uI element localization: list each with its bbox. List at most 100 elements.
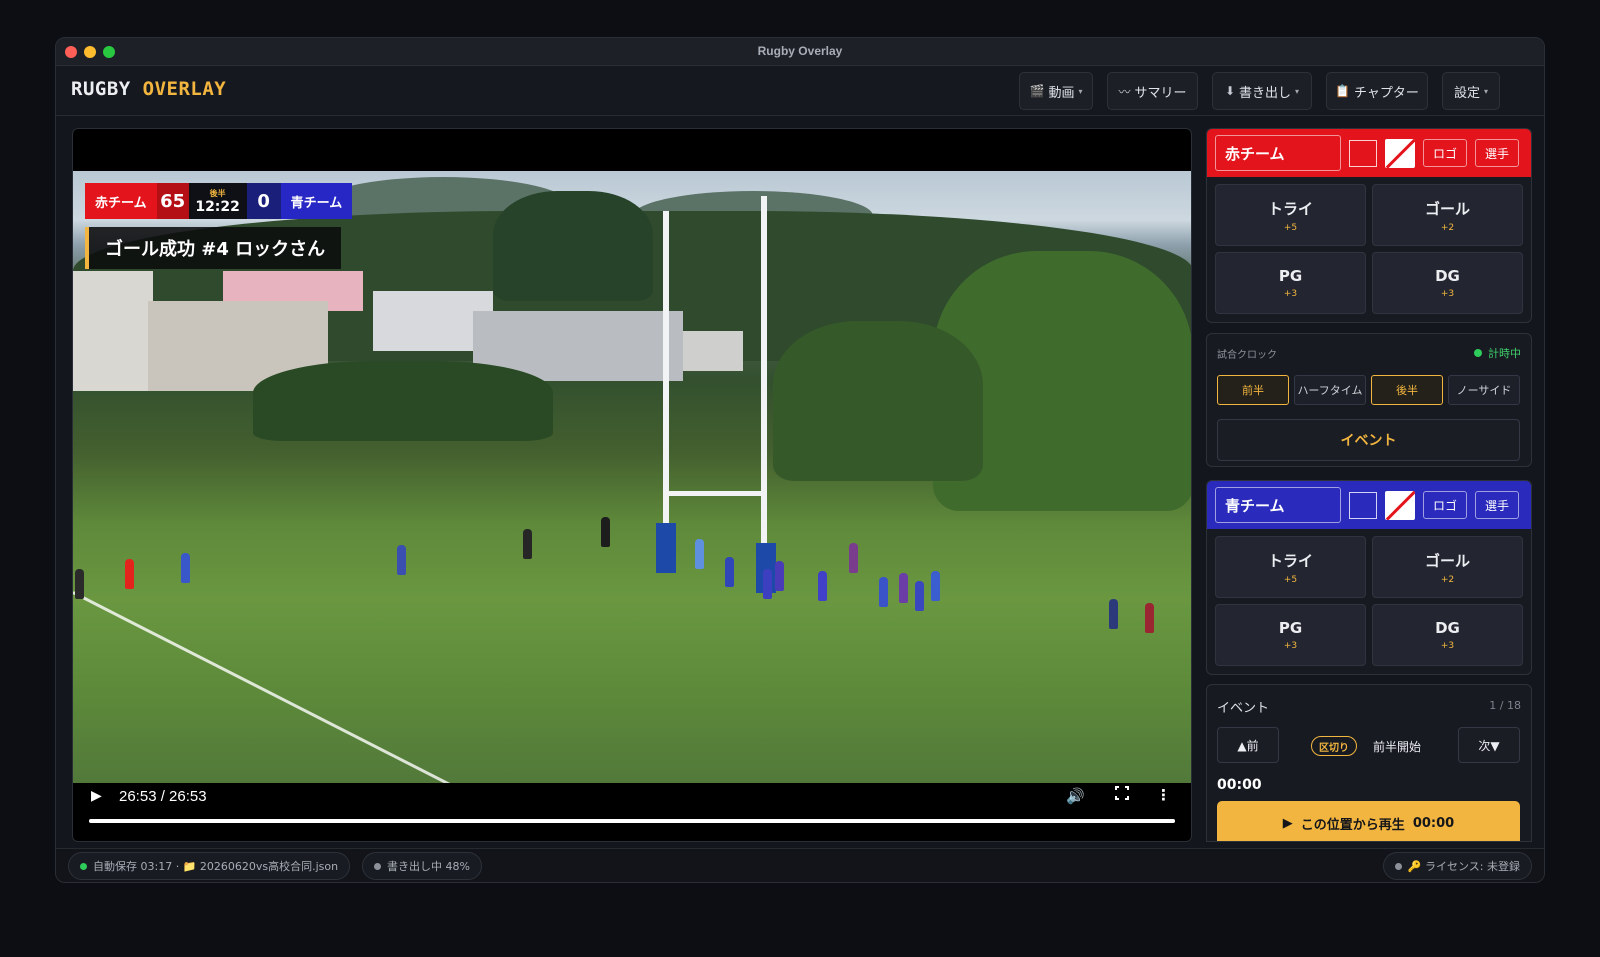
- red-team-header: 赤チーム ロゴ 選手: [1207, 129, 1531, 177]
- blue-try-button[interactable]: トライ +5: [1215, 536, 1366, 598]
- fullscreen-icon[interactable]: [1114, 785, 1130, 801]
- blue-team-header: 青チーム ロゴ 選手: [1207, 481, 1531, 529]
- match-clock-card: 試合クロック 計時中 前半 ハーフタイム 後半 ノーサイド イベント: [1206, 333, 1532, 467]
- score-button-points: +5: [1283, 574, 1298, 585]
- blue-dg-button[interactable]: DG +3: [1372, 604, 1523, 666]
- red-dg-button[interactable]: DG +3: [1372, 252, 1523, 314]
- video-player[interactable]: 赤チーム 65 後半 12:22 0 青チーム ゴール成功 #4 ロックさん ▶…: [72, 128, 1192, 842]
- blue-players-button[interactable]: 選手: [1475, 491, 1520, 519]
- clipboard-icon: 📋: [1335, 84, 1351, 98]
- overlay-time: 12:22: [195, 198, 240, 215]
- overlay-blue-team-name: 青チーム: [280, 183, 353, 219]
- overlay-red-team-name: 赤チーム: [85, 183, 157, 219]
- event-type-badge: 区切り: [1311, 736, 1357, 756]
- export-menu-label: 書き出し: [1239, 85, 1292, 101]
- blue-team-card: 青チーム ロゴ 選手 トライ +5 ゴール +2 PG +3 DG +3: [1206, 480, 1532, 675]
- download-icon: ⬇: [1224, 84, 1236, 98]
- play-icon[interactable]: ▶: [91, 788, 102, 804]
- clapper-icon: 🎬: [1029, 84, 1045, 98]
- red-goal-button[interactable]: ゴール +2: [1372, 184, 1523, 246]
- score-button-label: PG: [1278, 619, 1303, 637]
- score-button-label: DG: [1435, 619, 1460, 637]
- chevron-down-icon: ▾: [1484, 86, 1489, 96]
- red-team-card: 赤チーム ロゴ 選手 トライ +5 ゴール +2 PG +3 DG +3: [1206, 128, 1532, 323]
- status-dot-icon: [374, 862, 381, 870]
- overlay-red-score: 65: [156, 183, 189, 219]
- status-bar: 自動保存 03:17 · 📁 20260620vs高校合同.json 書き出し中…: [56, 848, 1544, 882]
- score-button-label: トライ: [1267, 199, 1313, 218]
- export-status: 書き出し中 48%: [362, 852, 482, 880]
- settings-menu-button[interactable]: 設定 ▾: [1442, 72, 1500, 110]
- autosave-status: 自動保存 03:17 · 📁 20260620vs高校合同.json: [68, 852, 351, 880]
- event-navigator-title: イベント: [1217, 701, 1270, 716]
- seek-bar-fill: [89, 819, 1175, 823]
- red-score-buttons: トライ +5 ゴール +2 PG +3 DG +3: [1207, 177, 1531, 322]
- chevron-down-icon: ▾: [1078, 86, 1083, 96]
- blue-score-buttons: トライ +5 ゴール +2 PG +3 DG +3: [1207, 529, 1531, 674]
- event-counter: 1 / 18: [1489, 699, 1521, 712]
- video-menu-button[interactable]: 🎬 動画 ▾: [1019, 72, 1093, 110]
- red-try-button[interactable]: トライ +5: [1215, 184, 1366, 246]
- event-button[interactable]: イベント: [1217, 419, 1520, 461]
- event-label: 前半開始: [1373, 740, 1422, 754]
- play-from-here-button[interactable]: ▶ この位置から再生 00:00: [1217, 801, 1520, 841]
- status-dot-icon: [80, 862, 87, 870]
- brand-word-overlay: OVERLAY: [142, 78, 227, 100]
- wave-icon: 〰: [1118, 84, 1131, 99]
- event-caption-overlay: ゴール成功 #4 ロックさん: [85, 227, 342, 269]
- play-from-here-label: この位置から再生: [1300, 817, 1405, 833]
- score-button-label: PG: [1278, 267, 1303, 285]
- score-button-points: +3: [1283, 641, 1298, 651]
- score-button-points: +3: [1440, 289, 1455, 299]
- score-button-label: トライ: [1267, 551, 1313, 570]
- blue-goal-button[interactable]: ゴール +2: [1372, 536, 1523, 598]
- chevron-down-icon: ▾: [1295, 86, 1300, 96]
- title-bar: Rugby Overlay: [56, 38, 1544, 66]
- overlay-half: 後半: [209, 188, 226, 198]
- top-toolbar: RUGBY OVERLAY 🎬 動画 ▾ 〰 サマリー ⬇ 書き出し ▾ 📋 チ…: [56, 66, 1544, 116]
- seek-bar[interactable]: [89, 819, 1175, 823]
- score-button-label: DG: [1435, 267, 1460, 285]
- license-label: 🔑 ライセンス: 未登録: [1407, 860, 1520, 873]
- brand-logo: RUGBY OVERLAY: [71, 78, 226, 100]
- settings-menu-label: 設定: [1453, 85, 1480, 101]
- previous-event-button[interactable]: ▲前: [1217, 727, 1279, 763]
- clock-status-label: 計時中: [1488, 347, 1521, 360]
- no-logo-icon[interactable]: [1385, 490, 1415, 520]
- score-button-points: +5: [1283, 222, 1298, 233]
- export-status-label: 書き出し中 48%: [387, 860, 470, 873]
- red-team-color-swatch[interactable]: [1349, 139, 1377, 167]
- overlay-blue-score: 0: [246, 183, 281, 219]
- status-dot-icon: [1474, 349, 1482, 357]
- red-players-button[interactable]: 選手: [1475, 139, 1520, 167]
- score-button-points: +3: [1440, 641, 1455, 651]
- player-time: 26:53 / 26:53: [119, 788, 207, 805]
- player-controls: ▶ 26:53 / 26:53 🔊 ⋮: [73, 781, 1191, 841]
- chapter-menu-button[interactable]: 📋 チャプター: [1326, 72, 1428, 110]
- blue-logo-button[interactable]: ロゴ: [1423, 491, 1468, 519]
- score-button-label: ゴール: [1424, 551, 1470, 570]
- play-icon: ▶: [1282, 815, 1293, 831]
- volume-icon[interactable]: 🔊: [1066, 787, 1085, 805]
- blue-team-color-swatch[interactable]: [1349, 491, 1377, 519]
- autosave-label: 自動保存 03:17 · 📁 20260620vs高校合同.json: [93, 860, 339, 873]
- window-title: Rugby Overlay: [757, 44, 843, 58]
- phase-selector: 前半 ハーフタイム 後半 ノーサイド: [1217, 375, 1520, 405]
- chapter-menu-label: チャプター: [1354, 85, 1419, 101]
- red-logo-button[interactable]: ロゴ: [1423, 139, 1468, 167]
- phase-halftime[interactable]: ハーフタイム: [1294, 375, 1366, 405]
- license-status[interactable]: 🔑 ライセンス: 未登録: [1382, 852, 1532, 880]
- phase-no-side[interactable]: ノーサイド: [1448, 375, 1520, 405]
- more-options-icon[interactable]: ⋮: [1156, 786, 1171, 804]
- no-logo-icon[interactable]: [1385, 138, 1415, 168]
- summary-menu-button[interactable]: 〰 サマリー: [1107, 72, 1198, 110]
- next-event-button[interactable]: 次▼: [1458, 727, 1520, 763]
- export-menu-button[interactable]: ⬇ 書き出し ▾: [1212, 72, 1312, 110]
- blue-pg-button[interactable]: PG +3: [1215, 604, 1366, 666]
- status-dot-icon: [1394, 862, 1402, 870]
- blue-team-name-field[interactable]: 青チーム: [1215, 487, 1341, 523]
- red-team-name-field[interactable]: 赤チーム: [1215, 135, 1341, 171]
- red-pg-button[interactable]: PG +3: [1215, 252, 1366, 314]
- phase-first-half[interactable]: 前半: [1217, 375, 1289, 405]
- phase-second-half[interactable]: 後半: [1371, 375, 1443, 405]
